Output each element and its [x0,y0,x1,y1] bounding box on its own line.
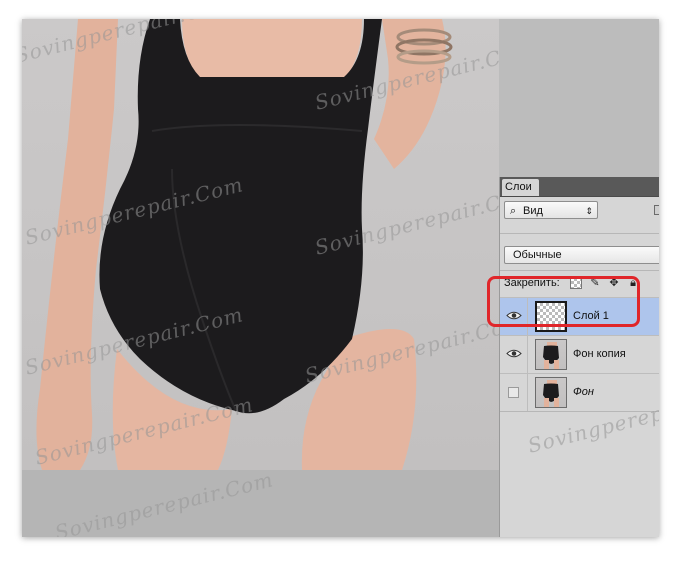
blend-mode-select[interactable]: Обычные [504,246,659,264]
visibility-off-box [508,387,519,398]
tab-layers[interactable]: Слои [502,179,539,196]
layer-filter-select[interactable]: ⌕ Вид ⇕ [504,201,598,219]
layer-thumbnail[interactable] [535,377,567,408]
search-icon: ⌕ [510,205,517,217]
layer-thumbnail[interactable] [535,339,567,370]
watermark: Sovingperepair.Com [52,467,276,537]
document-canvas-area[interactable]: Sovingperepair.Com Sovingperepair.Com So… [22,19,499,537]
chest [182,19,362,79]
visibility-toggle[interactable] [500,336,528,373]
canvas-background-right [499,19,659,179]
layer-row[interactable]: Фон копия [500,335,659,373]
layers-panel: Слои ⌕ Вид ⇕ Обычные Закрепить: ✎ ✥ 🔒︎ С… [499,177,659,537]
eye-icon [506,349,522,358]
divider [500,411,659,412]
layer-filter-label: Вид [523,205,543,217]
chevron-updown-icon: ⇕ [585,206,593,216]
document-photo[interactable]: Sovingperepair.Com Sovingperepair.Com So… [22,19,499,470]
photo-illustration [36,19,453,470]
filter-image-icon[interactable] [654,205,659,215]
highlight-annotation [487,276,640,327]
layer-row[interactable]: Фон [500,373,659,411]
divider [500,270,659,271]
panel-tab-bar: Слои [500,177,659,197]
visibility-toggle[interactable] [500,374,528,411]
layer-name[interactable]: Фон [573,374,594,411]
divider [500,233,659,234]
layer-name[interactable]: Фон копия [573,336,626,373]
swimsuit [99,19,382,414]
